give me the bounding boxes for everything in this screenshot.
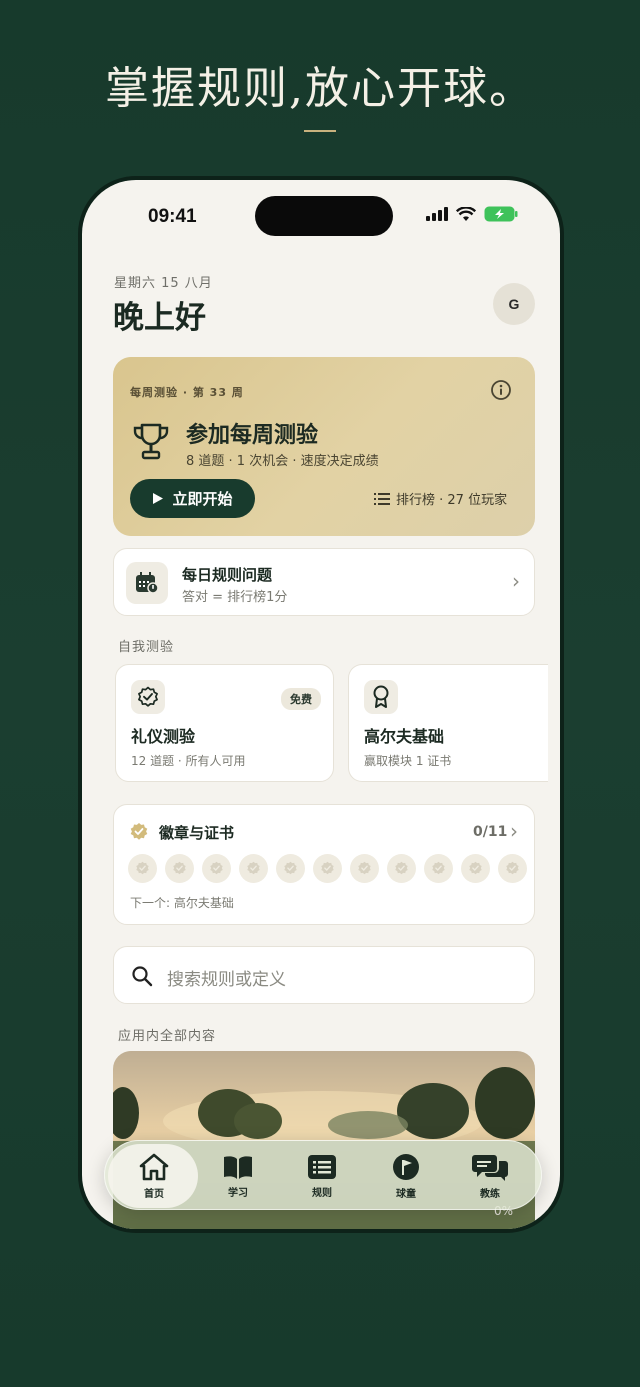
greeting-title: 晚上好	[113, 300, 206, 336]
badge-slot	[276, 854, 305, 883]
locked-badge-icon	[284, 861, 297, 875]
home-icon	[139, 1153, 169, 1180]
locked-badge-icon	[358, 861, 371, 875]
tab-label: 规则	[312, 1187, 332, 1199]
trophy-icon	[133, 423, 169, 460]
badge-slot	[350, 854, 379, 883]
wifi-icon	[456, 206, 476, 221]
battery-icon	[484, 206, 518, 222]
badge-slot	[202, 854, 231, 883]
daily-question-subtitle: 答对 = 排行榜1分	[182, 590, 288, 605]
next-badge-label: 下一个: 高尔夫基础	[130, 896, 234, 910]
daily-question-title: 每日规则问题	[182, 566, 273, 584]
phone-frame: 09:41 星期六 15 八月 晚上好 G 每周测验 · 第 33 周 参加每周…	[78, 176, 564, 1233]
chat-icon	[472, 1154, 508, 1181]
badge-slots	[128, 854, 527, 883]
locked-badge-icon	[247, 861, 260, 875]
flag-icon	[393, 1153, 419, 1180]
locked-badge-icon	[506, 861, 519, 875]
tab-rules[interactable]: 规则	[280, 1141, 364, 1211]
badge-slot	[461, 854, 490, 883]
verified-badge-icon	[130, 823, 148, 840]
badge-slot	[313, 854, 342, 883]
tab-label: 球童	[396, 1188, 416, 1200]
app-screen: 09:41 星期六 15 八月 晚上好 G 每周测验 · 第 33 周 参加每周…	[82, 180, 560, 1229]
locked-badge-icon	[136, 861, 149, 875]
headline-divider	[304, 130, 336, 132]
weekly-quiz-eyebrow: 每周测验 · 第 33 周	[130, 386, 244, 399]
marketing-headline: 掌握规则,放心开球。	[105, 63, 535, 114]
search-input[interactable]: 搜索规则或定义	[167, 965, 286, 990]
free-badge: 免费	[281, 688, 321, 710]
badge-slot	[239, 854, 268, 883]
locked-badge-icon	[173, 861, 186, 875]
daily-question-card[interactable]: 每日规则问题 答对 = 排行榜1分 ›	[113, 548, 535, 616]
badge-slot	[128, 854, 157, 883]
badge-slot	[424, 854, 453, 883]
golf-basics-title: 高尔夫基础	[364, 727, 445, 746]
locked-badge-icon	[321, 861, 334, 875]
badge-slot	[498, 854, 527, 883]
tab-label: 首页	[144, 1188, 164, 1200]
golf-basics-card[interactable]: 高尔夫基础 赢取模块 1 证书	[348, 664, 548, 782]
badges-title: 徽章与证书	[159, 824, 235, 842]
weekly-quiz-card[interactable]: 每周测验 · 第 33 周 参加每周测验 8 道题 · 1 次机会 · 速度决定…	[113, 357, 535, 536]
award-ribbon-icon	[364, 680, 398, 714]
badges-card[interactable]: 徽章与证书 0/11 › 下一个: 高尔夫基础	[113, 804, 535, 925]
calendar-icon	[126, 562, 168, 604]
tab-label: 教练	[480, 1188, 500, 1200]
date-label: 星期六 15 八月	[114, 276, 213, 291]
locked-badge-icon	[469, 861, 482, 875]
etiquette-quiz-subtitle: 12 道题 · 所有人可用	[131, 754, 246, 768]
chevron-right-icon: ›	[510, 819, 518, 843]
tab-coach[interactable]: 教练	[448, 1141, 532, 1211]
status-time: 09:41	[148, 206, 197, 227]
locked-badge-icon	[395, 861, 408, 875]
badge-slot	[165, 854, 194, 883]
dynamic-island	[255, 196, 393, 236]
etiquette-quiz-title: 礼仪测验	[131, 727, 196, 746]
badge-check-icon	[131, 680, 165, 714]
leaderboard-link[interactable]: 排行榜 · 27 位玩家	[374, 489, 507, 508]
tab-bar: 首页 学习 规则 球童 教练	[104, 1140, 542, 1210]
weekly-quiz-title: 参加每周测验	[186, 423, 319, 448]
tab-home[interactable]: 首页	[112, 1141, 196, 1211]
golf-basics-subtitle: 赢取模块 1 证书	[364, 754, 452, 768]
search-bar[interactable]: 搜索规则或定义	[113, 946, 535, 1004]
tab-caddie[interactable]: 球童	[364, 1141, 448, 1211]
all-content-label: 应用内全部内容	[118, 1029, 217, 1044]
status-icons	[426, 206, 518, 222]
avatar[interactable]: G	[493, 283, 535, 325]
rules-list-icon	[308, 1154, 336, 1179]
tab-learn[interactable]: 学习	[196, 1141, 280, 1211]
signal-icon	[426, 207, 448, 221]
search-icon	[132, 966, 153, 987]
self-test-label: 自我测验	[118, 640, 175, 655]
locked-badge-icon	[432, 861, 445, 875]
start-quiz-button[interactable]: 立即开始	[130, 479, 255, 518]
weekly-quiz-subtitle: 8 道题 · 1 次机会 · 速度决定成绩	[186, 454, 379, 469]
tab-label: 学习	[228, 1187, 248, 1199]
locked-badge-icon	[210, 861, 223, 875]
start-quiz-label: 立即开始	[172, 490, 233, 508]
badge-slot	[387, 854, 416, 883]
etiquette-quiz-card[interactable]: 免费 礼仪测验 12 道题 · 所有人可用	[115, 664, 334, 782]
info-icon[interactable]	[490, 379, 512, 401]
chevron-right-icon: ›	[512, 569, 520, 593]
leaderboard-icon	[374, 492, 390, 505]
play-icon	[153, 493, 164, 504]
leaderboard-label: 排行榜 · 27 位玩家	[396, 493, 508, 508]
book-icon	[224, 1155, 252, 1179]
badges-count: 0/11	[473, 824, 508, 840]
